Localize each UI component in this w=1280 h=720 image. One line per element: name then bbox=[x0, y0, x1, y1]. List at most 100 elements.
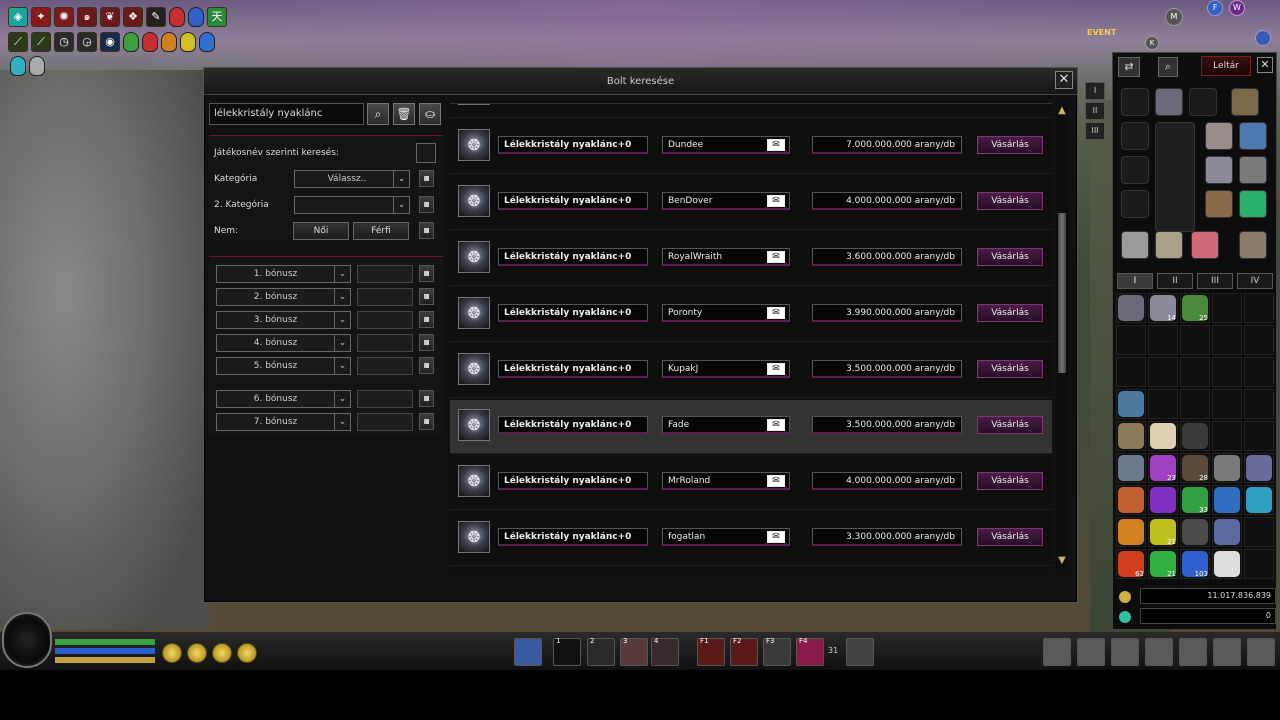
quest-menu-icon[interactable] bbox=[1179, 638, 1207, 666]
equip-slot-ring[interactable] bbox=[1239, 156, 1267, 184]
buy-button[interactable]: Vásárlás bbox=[977, 472, 1043, 490]
bag-button[interactable]: ⛀ bbox=[419, 103, 441, 125]
gender-male-button[interactable]: Férfi bbox=[353, 222, 409, 240]
inventory-slot[interactable] bbox=[1116, 485, 1146, 515]
equip-slot-costume[interactable] bbox=[1231, 88, 1259, 116]
inventory-slot[interactable]: 103 bbox=[1180, 549, 1210, 579]
inventory-slot[interactable] bbox=[1212, 517, 1242, 547]
inventory-slot[interactable] bbox=[1116, 517, 1146, 547]
category2-dropdown[interactable]: ⌄ bbox=[294, 196, 410, 214]
bonus-dropdown[interactable]: 3. bónusz ⌄ bbox=[216, 311, 351, 329]
inventory-slot[interactable] bbox=[1244, 325, 1274, 355]
result-row[interactable]: ❂ Lélekkristály nyaklánc+0 BenDover ✉ 4.000.… bbox=[450, 176, 1052, 230]
bonus-value-input[interactable] bbox=[357, 413, 413, 431]
inventory-page-tab[interactable]: I bbox=[1117, 273, 1153, 289]
inventory-toolbar-icon[interactable]: ⇄ bbox=[1118, 57, 1140, 77]
skills-menu-icon[interactable] bbox=[1145, 638, 1173, 666]
mail-icon[interactable]: ✉ bbox=[767, 195, 785, 207]
inventory-slot[interactable] bbox=[1116, 389, 1146, 419]
inventory-slot[interactable]: 25 bbox=[1180, 293, 1210, 323]
clear-bonus-button[interactable]: ▪ bbox=[419, 288, 434, 305]
options-menu-icon[interactable] bbox=[1213, 638, 1241, 666]
buy-button[interactable]: Vásárlás bbox=[977, 304, 1043, 322]
bonus-dropdown[interactable]: 6. bónusz ⌄ bbox=[216, 390, 351, 408]
camera-icon[interactable] bbox=[846, 638, 874, 666]
inventory-slot[interactable] bbox=[1212, 421, 1242, 451]
mail-icon[interactable]: ✉ bbox=[767, 363, 785, 375]
side-tab-1[interactable]: I bbox=[1085, 82, 1105, 100]
mail-icon[interactable]: ✉ bbox=[767, 531, 785, 543]
inventory-close-button[interactable]: ✕ bbox=[1257, 57, 1273, 73]
clear-bonus-button[interactable]: ▪ bbox=[419, 265, 434, 282]
inventory-slot[interactable] bbox=[1116, 453, 1146, 483]
equip-slot-helmet[interactable] bbox=[1155, 88, 1183, 116]
clear-category-button[interactable]: ▪ bbox=[419, 170, 434, 187]
inventory-slot[interactable]: 33 bbox=[1180, 485, 1210, 515]
bonus-value-input[interactable] bbox=[357, 311, 413, 329]
mail-icon[interactable]: ✉ bbox=[767, 307, 785, 319]
inventory-slot[interactable]: 21 bbox=[1148, 549, 1178, 579]
inventory-slot[interactable] bbox=[1212, 453, 1242, 483]
buy-button[interactable]: Vásárlás bbox=[977, 192, 1043, 210]
clear-gender-button[interactable]: ▪ bbox=[419, 222, 434, 239]
inventory-slot[interactable] bbox=[1180, 421, 1210, 451]
equip-slot-shoes[interactable] bbox=[1121, 190, 1149, 218]
inventory-page-tab[interactable]: IV bbox=[1237, 273, 1273, 289]
equip-slot-pet[interactable] bbox=[1205, 190, 1233, 218]
bonus-value-input[interactable] bbox=[357, 357, 413, 375]
clear-category2-button[interactable]: ▪ bbox=[419, 196, 434, 213]
inventory-slot[interactable] bbox=[1148, 325, 1178, 355]
equip-slot-bracelet[interactable] bbox=[1205, 156, 1233, 184]
inventory-page-tab[interactable]: II bbox=[1157, 273, 1193, 289]
character-menu-icon[interactable] bbox=[1043, 638, 1071, 666]
clear-bonus-button[interactable]: ▪ bbox=[419, 334, 434, 351]
gender-female-button[interactable]: Női bbox=[293, 222, 349, 240]
equip-slot-necklace[interactable] bbox=[1205, 122, 1233, 150]
result-row[interactable]: ❂ Lélekkristály nyaklánc+0 Dundee ✉ 7.000.00… bbox=[450, 120, 1052, 174]
inventory-slot[interactable] bbox=[1244, 389, 1274, 419]
equip-slot-candy[interactable] bbox=[1191, 231, 1219, 259]
results-scrollbar[interactable]: ▲ ▼ bbox=[1056, 103, 1068, 569]
inventory-slot[interactable]: 23 bbox=[1148, 453, 1178, 483]
result-row[interactable]: ❂ Lélekkristály nyaklánc+0 fogatlan ✉ 3.300.… bbox=[450, 512, 1052, 566]
side-tab-2[interactable]: II bbox=[1085, 102, 1105, 120]
community-menu-icon[interactable] bbox=[1111, 638, 1139, 666]
mail-icon[interactable]: ✉ bbox=[767, 475, 785, 487]
minimap-cluster[interactable]: EVENT M F W K bbox=[1087, 0, 1280, 52]
character-orb[interactable] bbox=[2, 612, 52, 668]
inventory-slot[interactable] bbox=[1212, 485, 1242, 515]
player-search-checkbox[interactable] bbox=[416, 143, 436, 163]
category-dropdown[interactable]: Válassz.. ⌄ bbox=[294, 170, 410, 188]
minimap-button-w[interactable]: W bbox=[1229, 0, 1245, 16]
buy-button[interactable]: Vásárlás bbox=[977, 360, 1043, 378]
bonus-dropdown[interactable]: 7. bónusz ⌄ bbox=[216, 413, 351, 431]
inventory-slot[interactable] bbox=[1180, 517, 1210, 547]
buy-button[interactable]: Vásárlás bbox=[977, 248, 1043, 266]
equip-slot-shield[interactable] bbox=[1121, 122, 1149, 150]
buy-button[interactable]: Vásárlás bbox=[977, 528, 1043, 546]
equip-slot-talisman[interactable] bbox=[1239, 231, 1267, 259]
inventory-slot[interactable] bbox=[1212, 325, 1242, 355]
mail-icon[interactable]: ✉ bbox=[767, 419, 785, 431]
hotbar-slot[interactable] bbox=[514, 638, 542, 666]
equip-slot-potion[interactable] bbox=[1239, 122, 1267, 150]
equip-slot-hair[interactable] bbox=[1189, 88, 1217, 116]
equip-slot-weapon[interactable] bbox=[1121, 88, 1149, 116]
inventory-slot[interactable] bbox=[1148, 485, 1178, 515]
minimap-button-f[interactable]: F bbox=[1207, 0, 1223, 16]
inventory-slot[interactable] bbox=[1180, 325, 1210, 355]
bonus-value-input[interactable] bbox=[357, 265, 413, 283]
clear-bonus-button[interactable]: ▪ bbox=[419, 390, 434, 407]
scroll-down-arrow-icon[interactable]: ▼ bbox=[1056, 555, 1068, 567]
result-row[interactable]: ❂ Lélekkristály nyaklánc+0 RoyalWraith ✉ 3.6… bbox=[450, 232, 1052, 286]
inventory-slot[interactable] bbox=[1244, 421, 1274, 451]
inventory-slot[interactable] bbox=[1116, 421, 1146, 451]
buy-button[interactable]: Vásárlás bbox=[977, 416, 1043, 434]
side-tab-3[interactable]: III bbox=[1085, 122, 1105, 140]
inventory-slot[interactable] bbox=[1116, 293, 1146, 323]
equip-slot-mount[interactable] bbox=[1155, 231, 1183, 259]
result-row[interactable]: ❂ Lélekkristály nyaklánc+0 Poronty ✉ 3.990.0… bbox=[450, 288, 1052, 342]
equip-slot-gem[interactable] bbox=[1239, 190, 1267, 218]
result-row[interactable]: ❂ Lélekkristály nyaklánc+0 Fade ✉ 3.500.000.… bbox=[450, 400, 1052, 454]
inventory-slot[interactable] bbox=[1244, 357, 1274, 387]
